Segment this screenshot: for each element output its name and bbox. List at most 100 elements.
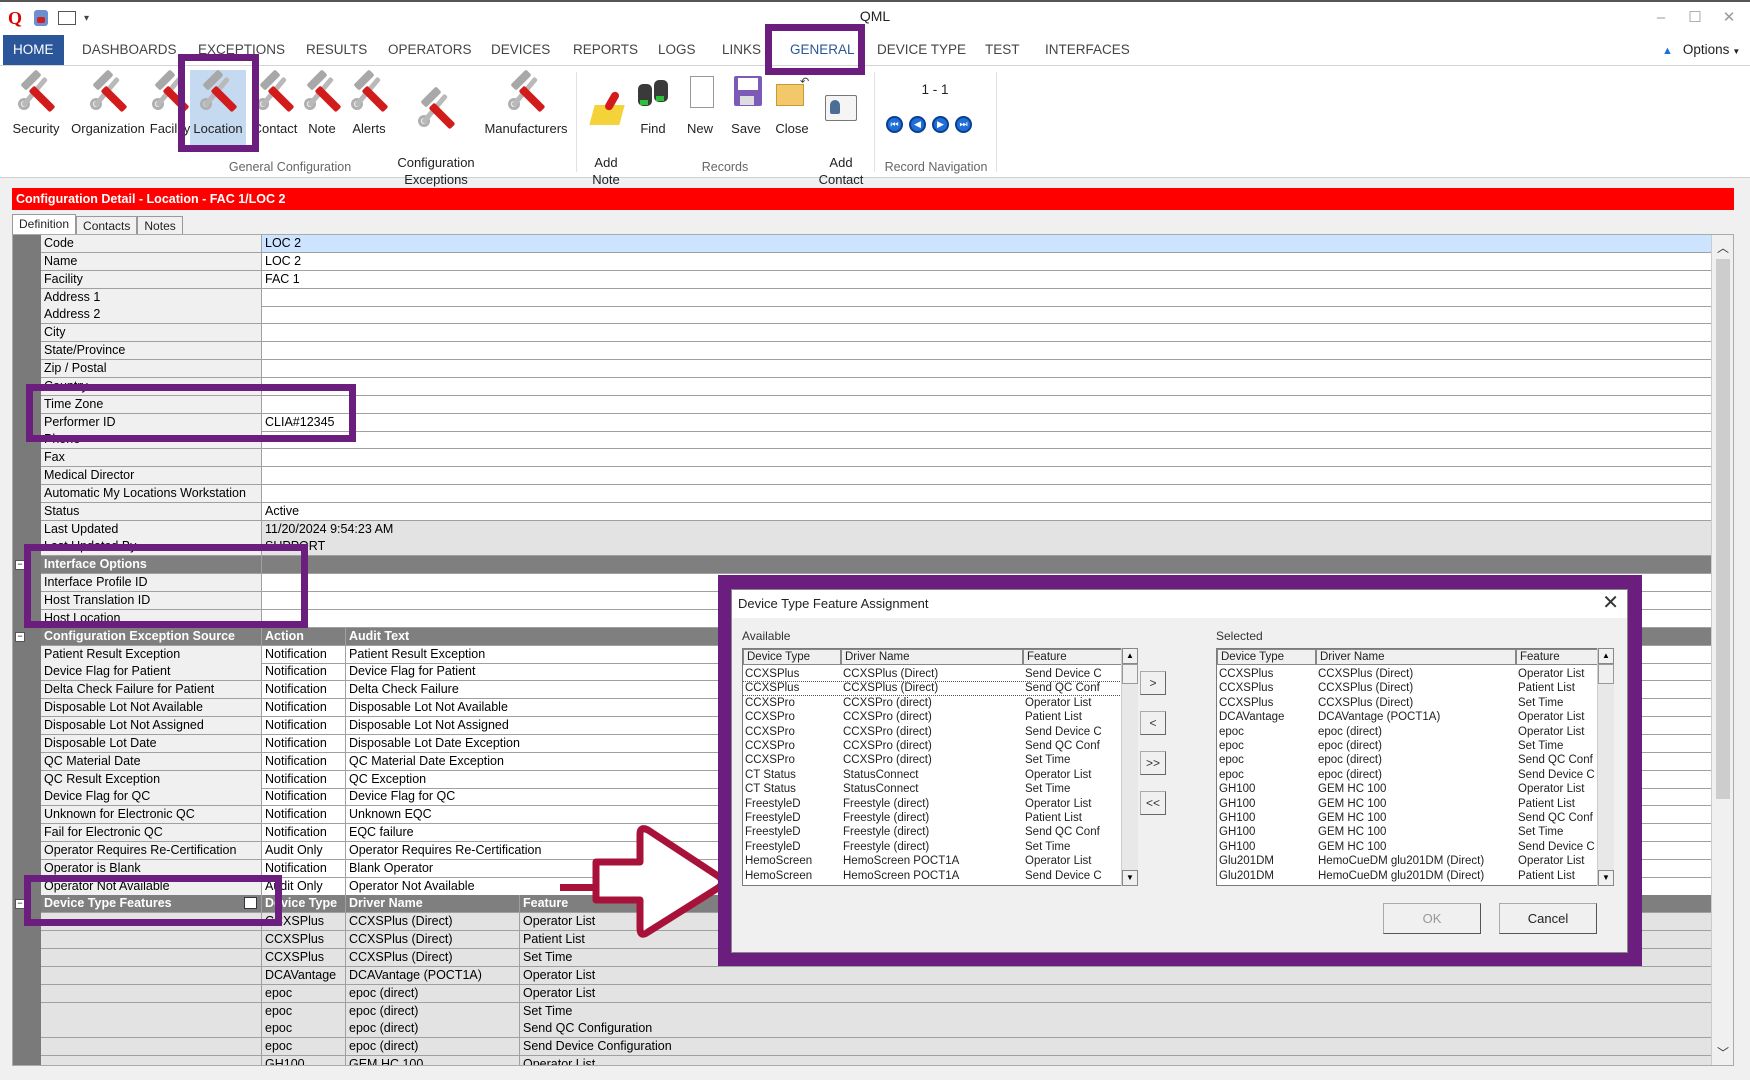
list-item[interactable]: CCXSPro CCXSPro (direct) Send QC Conf [743,739,1138,754]
scroll-up-icon[interactable]: ︿ [1712,239,1733,256]
field-value[interactable] [262,449,1721,467]
selected-scrollbar[interactable]: ▲ ▼ [1597,648,1614,886]
driver-name-cell[interactable]: CCXSPlus (Direct) [346,949,520,966]
list-item[interactable]: FreestyleD Freestyle (direct) Operator Lis… [743,797,1138,812]
table-row[interactable]: DCAVantage DCAVantage (POCT1A) Operator Li… [41,966,1721,985]
available-scrollbar[interactable]: ▲ ▼ [1121,648,1138,886]
ribbon-organization-button[interactable]: Organization [64,69,152,137]
ribbon-note-button[interactable]: Note [300,69,344,137]
tab-dashboards[interactable]: DASHBOARDS [72,35,187,65]
table-row[interactable]: Last Updated 11/20/2024 9:54:23 AM [41,520,1721,539]
exception-action[interactable]: Notification [262,824,346,842]
scroll-up-icon[interactable]: ▲ [1122,648,1138,664]
collapse-section-icon[interactable]: − [15,631,25,642]
device-type-cell[interactable]: GH100 [262,1056,346,1065]
device-type-cell[interactable]: CCXSPlus [262,949,346,966]
list-item[interactable]: CCXSPlus CCXSPlus (Direct) Operator List [1217,667,1614,682]
table-row[interactable]: epoc epoc (direct) Set Time [41,1002,1721,1021]
exception-action[interactable]: Notification [262,681,346,699]
subtab-definition[interactable]: Definition [12,214,77,234]
field-value[interactable]: Active [262,502,1721,520]
field-value[interactable] [262,342,1721,360]
list-item[interactable]: epoc epoc (direct) Send QC Conf [1217,753,1614,768]
list-item[interactable]: epoc epoc (direct) Send Device C [1217,768,1614,783]
driver-name-cell[interactable]: CCXSPlus (Direct) [346,913,520,931]
feature-cell[interactable]: Send Device Configuration [520,1038,1721,1056]
exception-action[interactable]: Notification [262,645,346,663]
column-header-device-type[interactable]: Device Type [1217,649,1316,665]
list-item[interactable]: Glu201DM HemoCueDM glu201DM (Direct) Opera… [1217,854,1614,869]
remove-all-button[interactable]: << [1140,791,1166,815]
list-item[interactable]: HemoScreen HemoScreen POCT1A Operator List [743,854,1138,869]
exception-action[interactable]: Notification [262,752,346,770]
driver-name-cell[interactable]: GEM HC 100 [346,1056,520,1065]
field-value[interactable] [262,324,1721,342]
feature-cell[interactable]: Operator List [520,1056,1721,1065]
tab-logs[interactable]: LOGS [648,35,706,65]
exception-action[interactable]: Notification [262,716,346,734]
ribbon-configuration-exceptions-button[interactable]: Configuration Exceptions [392,70,480,188]
table-row[interactable]: epoc epoc (direct) Send QC Configuration [41,1020,1721,1039]
table-row[interactable]: Facility FAC 1 [41,270,1721,289]
feature-cell[interactable]: Operator List [520,966,1721,984]
column-header-driver-name[interactable]: Driver Name [1316,649,1516,665]
driver-name-cell[interactable]: DCAVantage (POCT1A) [346,966,520,984]
table-row[interactable]: Code LOC 2 [41,235,1721,253]
list-item[interactable]: FreestyleD Freestyle (direct) Set Time [743,840,1138,855]
table-row[interactable]: Name LOC 2 [41,252,1721,271]
device-type-cell[interactable]: epoc [262,984,346,1002]
field-value[interactable] [262,288,1721,306]
field-value[interactable]: SUPPORT [262,538,1721,556]
list-item[interactable]: CCXSPlus CCXSPlus (Direct) Set Time [1217,696,1614,711]
device-type-cell[interactable]: epoc [262,1020,346,1038]
exception-action[interactable]: Notification [262,770,346,788]
driver-name-cell[interactable]: epoc (direct) [346,1002,520,1020]
field-value[interactable] [262,467,1721,485]
field-value[interactable] [262,359,1721,377]
exception-action[interactable]: Notification [262,788,346,806]
field-value[interactable] [262,395,1721,413]
table-row[interactable]: GH100 GEM HC 100 Operator List [41,1056,1721,1065]
ribbon-alerts-button[interactable]: Alerts [346,69,392,137]
options-menu[interactable]: ▲ Options ▼ [1662,42,1740,57]
field-value[interactable] [262,431,1721,449]
list-item[interactable]: epoc epoc (direct) Set Time [1217,739,1614,754]
add-all-button[interactable]: >> [1140,751,1166,775]
field-value[interactable] [262,306,1721,324]
tab-home[interactable]: HOME [3,35,64,65]
grid-scrollbar[interactable]: ︿ ﹀ [1711,235,1733,1065]
driver-name-cell[interactable]: CCXSPlus (Direct) [346,931,520,949]
list-item[interactable]: HemoScreen HemoScreen POCT1A Send Device C [743,869,1138,884]
remove-selected-button[interactable]: < [1140,711,1166,735]
close-window-button[interactable]: ✕ [1714,8,1744,28]
table-row[interactable]: City [41,324,1721,343]
ok-button[interactable]: OK [1383,903,1481,934]
previous-record-button[interactable]: ◀ [909,116,926,133]
column-header-feature[interactable]: Feature [1516,649,1600,665]
selected-listbox[interactable]: Device Type Driver Name Feature CCXSPlus… [1216,648,1614,886]
list-item[interactable]: epoc epoc (direct) Operator List [1217,725,1614,740]
exception-action[interactable]: Notification [262,663,346,681]
scrollbar-thumb[interactable] [1122,664,1138,684]
field-value[interactable]: CLIA#12345 [262,413,1721,431]
list-item[interactable]: GH100 GEM HC 100 Send QC Conf [1217,811,1614,826]
dialog-close-button[interactable]: ✕ [1602,592,1619,614]
field-value[interactable] [262,377,1721,395]
list-item[interactable]: FreestyleD Freestyle (direct) Patient List [743,811,1138,826]
tab-links[interactable]: LINKS [712,35,771,65]
table-row[interactable]: Medical Director [41,467,1721,486]
table-row[interactable]: State/Province [41,342,1721,361]
list-item[interactable]: CT Status StatusConnect Set Time [743,782,1138,797]
scrollbar-thumb[interactable] [1716,259,1730,799]
list-item[interactable]: CCXSPlus CCXSPlus (Direct) Patient List [1217,681,1614,696]
table-row[interactable]: epoc epoc (direct) Operator List [41,984,1721,1003]
table-row[interactable]: Automatic My Locations Workstation [41,484,1721,503]
collapse-ribbon-icon[interactable]: ▲ [1662,45,1673,57]
scroll-down-icon[interactable]: ▼ [1598,870,1614,886]
ribbon-close-button[interactable]: ↶ Close [770,70,814,137]
device-type-cell[interactable]: CCXSPlus [262,931,346,949]
minimize-button[interactable]: – [1646,8,1676,28]
tab-results[interactable]: RESULTS [296,35,377,65]
list-item[interactable]: CT Status StatusConnect Operator List [743,768,1138,783]
feature-cell[interactable]: Send QC Configuration [520,1020,1721,1038]
